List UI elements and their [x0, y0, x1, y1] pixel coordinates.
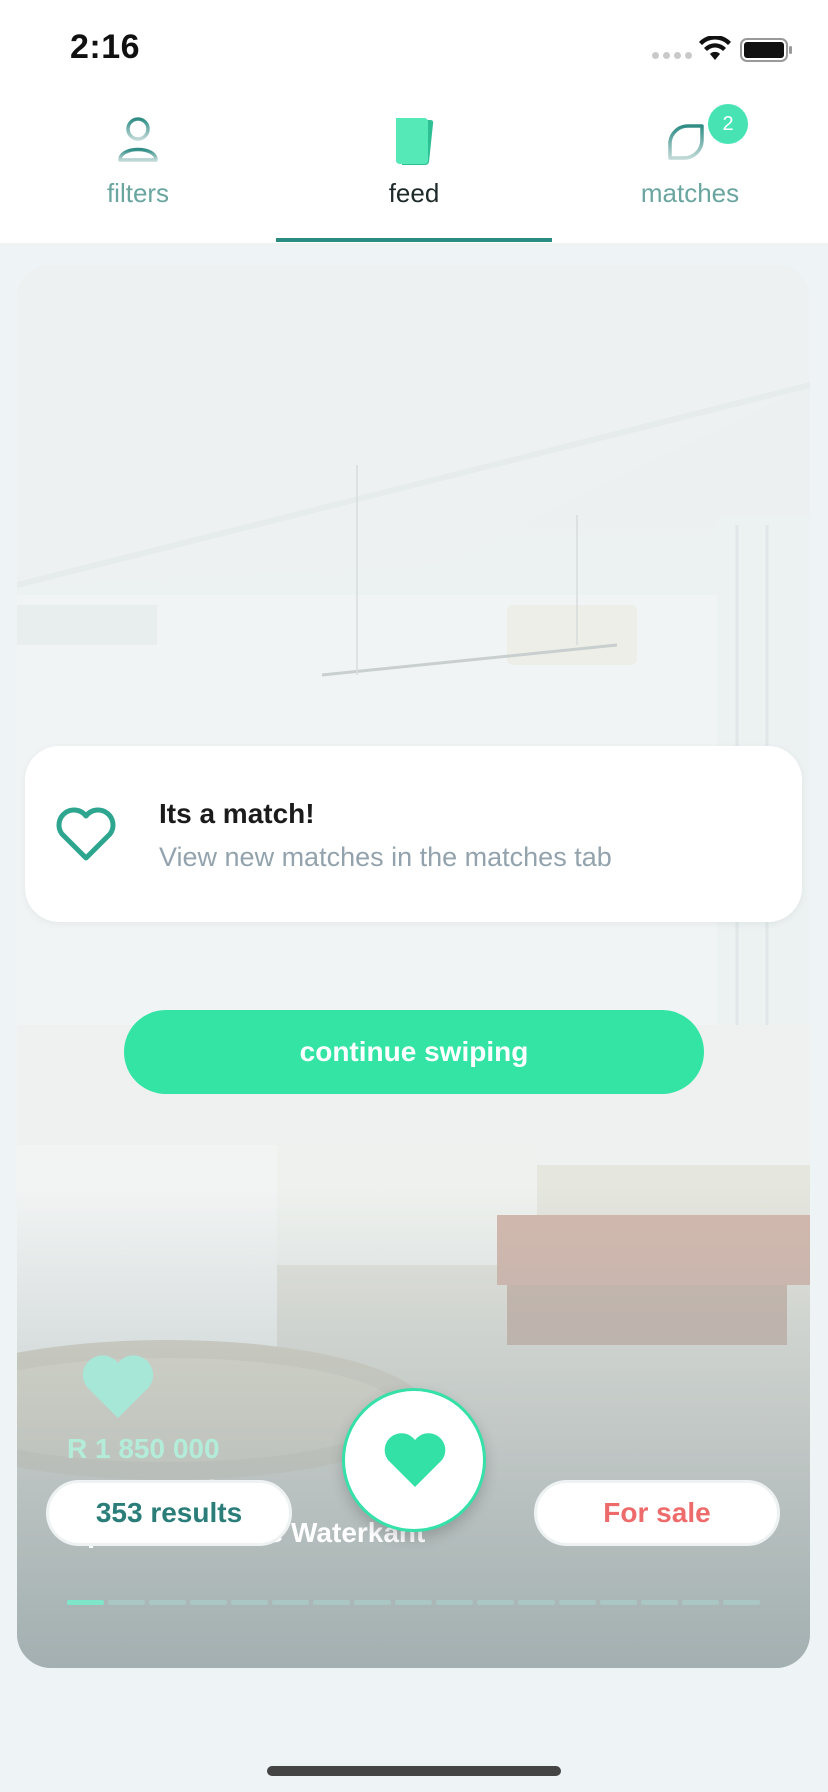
- status-time: 2:16: [70, 28, 141, 66]
- feed-area: Its a match! View new matches in the mat…: [0, 246, 828, 1792]
- heart-outline-icon: [56, 807, 116, 861]
- heart-filled-icon: [384, 1433, 446, 1487]
- progress-segment: [436, 1600, 473, 1605]
- progress-segment: [395, 1600, 432, 1605]
- results-count-button[interactable]: 353 results: [46, 1480, 292, 1546]
- battery-icon: [740, 38, 792, 62]
- progress-segment: [641, 1600, 678, 1605]
- tab-label: filters: [106, 178, 170, 208]
- progress-segment: [67, 1600, 104, 1605]
- progress-segment: [149, 1600, 186, 1605]
- match-subtitle: View new matches in the matches tab: [159, 842, 612, 872]
- status-bar: 2:16: [0, 0, 828, 96]
- continue-swiping-button[interactable]: continue swiping: [124, 1010, 704, 1094]
- progress-segment: [559, 1600, 596, 1605]
- progress-segment: [231, 1600, 268, 1605]
- matches-badge: 2: [708, 104, 748, 144]
- tab-matches[interactable]: 2 matches: [552, 96, 828, 246]
- card-stack-icon: [396, 118, 434, 165]
- progress-segment: [723, 1600, 760, 1605]
- progress-segment: [600, 1600, 637, 1605]
- signal-icon: [652, 52, 692, 59]
- tab-feed[interactable]: feed: [276, 96, 552, 246]
- tab-filters[interactable]: filters: [0, 96, 276, 246]
- home-indicator: [267, 1766, 561, 1776]
- tab-label: matches: [640, 178, 740, 208]
- wifi-icon: [699, 36, 731, 60]
- progress-segment: [477, 1600, 514, 1605]
- for-sale-button[interactable]: For sale: [534, 1480, 780, 1546]
- like-button[interactable]: [342, 1388, 486, 1532]
- tab-bar: filters feed 2 matches: [0, 96, 828, 246]
- progress-segment: [518, 1600, 555, 1605]
- progress-segment: [108, 1600, 145, 1605]
- match-notification[interactable]: Its a match! View new matches in the mat…: [25, 746, 802, 922]
- active-tab-indicator: [276, 238, 552, 242]
- tab-label: feed: [388, 178, 440, 208]
- progress-segment: [272, 1600, 309, 1605]
- photo-progress: [67, 1600, 760, 1605]
- progress-segment: [354, 1600, 391, 1605]
- person-icon: [118, 117, 158, 162]
- progress-segment: [190, 1600, 227, 1605]
- heart-filled-icon[interactable]: [79, 1350, 157, 1422]
- match-title: Its a match!: [159, 798, 315, 829]
- progress-segment: [682, 1600, 719, 1605]
- progress-segment: [313, 1600, 350, 1605]
